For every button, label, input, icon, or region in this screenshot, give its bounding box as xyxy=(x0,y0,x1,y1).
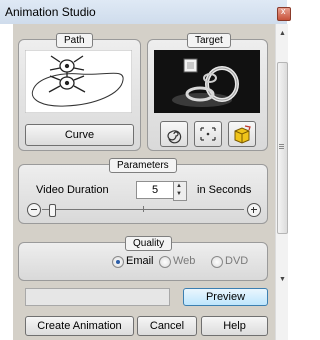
dot-frame-button[interactable] xyxy=(194,121,222,147)
dialog-body: Path Curve Target Parameters Video Durat… xyxy=(13,24,275,340)
email-label[interactable]: Email xyxy=(126,255,154,267)
vertical-scrollbar[interactable]: ▲ ▼ xyxy=(275,24,288,340)
scroll-up-icon[interactable]: ▲ xyxy=(279,30,286,37)
path-preview[interactable] xyxy=(25,50,132,113)
help-button[interactable]: Help xyxy=(201,316,268,336)
duration-spinner[interactable]: ▲ ▼ xyxy=(173,181,187,201)
spiral-button[interactable] xyxy=(160,121,188,147)
target-caption: Target xyxy=(187,33,231,48)
create-animation-button[interactable]: Create Animation xyxy=(25,316,134,336)
path-group: Path Curve xyxy=(18,33,141,151)
web-label[interactable]: Web xyxy=(173,255,195,267)
seconds-unit-label: in Seconds xyxy=(197,184,252,196)
box-button[interactable] xyxy=(228,121,256,147)
box-icon xyxy=(234,125,251,144)
video-duration-label: Video Duration xyxy=(36,184,109,196)
target-preview[interactable] xyxy=(154,50,260,113)
close-icon[interactable] xyxy=(277,6,291,21)
duration-slider-thumb[interactable] xyxy=(49,204,57,217)
spin-up-icon[interactable]: ▲ xyxy=(176,182,182,190)
progress-field xyxy=(25,288,170,306)
zoom-in-icon[interactable] xyxy=(247,203,261,217)
preview-button[interactable]: Preview xyxy=(183,288,268,306)
scroll-grip-icon xyxy=(279,144,284,145)
radio-dvd[interactable] xyxy=(211,256,223,268)
quality-group: Quality Email Web DVD xyxy=(18,236,268,281)
scroll-down-icon[interactable]: ▼ xyxy=(279,276,286,283)
radio-email[interactable] xyxy=(112,256,124,268)
zoom-out-icon[interactable] xyxy=(27,203,41,217)
dot-frame-icon xyxy=(200,127,216,141)
slider-tick xyxy=(143,206,144,212)
animation-studio-window: Animation Studio Path Curve xyxy=(0,0,291,340)
scroll-thumb[interactable] xyxy=(277,62,288,234)
cancel-button[interactable]: Cancel xyxy=(137,316,197,336)
parameters-caption: Parameters xyxy=(109,158,177,173)
spin-down-icon[interactable]: ▼ xyxy=(176,190,182,198)
target-group: Target xyxy=(147,33,268,151)
duration-input[interactable]: 5 xyxy=(136,181,174,199)
parameters-group: Parameters Video Duration 5 ▲ ▼ in Secon… xyxy=(18,158,268,224)
spiral-icon xyxy=(167,130,182,144)
quality-caption: Quality xyxy=(125,236,173,251)
curve-button[interactable]: Curve xyxy=(25,124,134,146)
path-caption: Path xyxy=(56,33,93,48)
title-bar: Animation Studio xyxy=(0,0,291,24)
radio-web[interactable] xyxy=(159,256,171,268)
dvd-label[interactable]: DVD xyxy=(225,255,248,267)
window-title: Animation Studio xyxy=(5,5,96,19)
